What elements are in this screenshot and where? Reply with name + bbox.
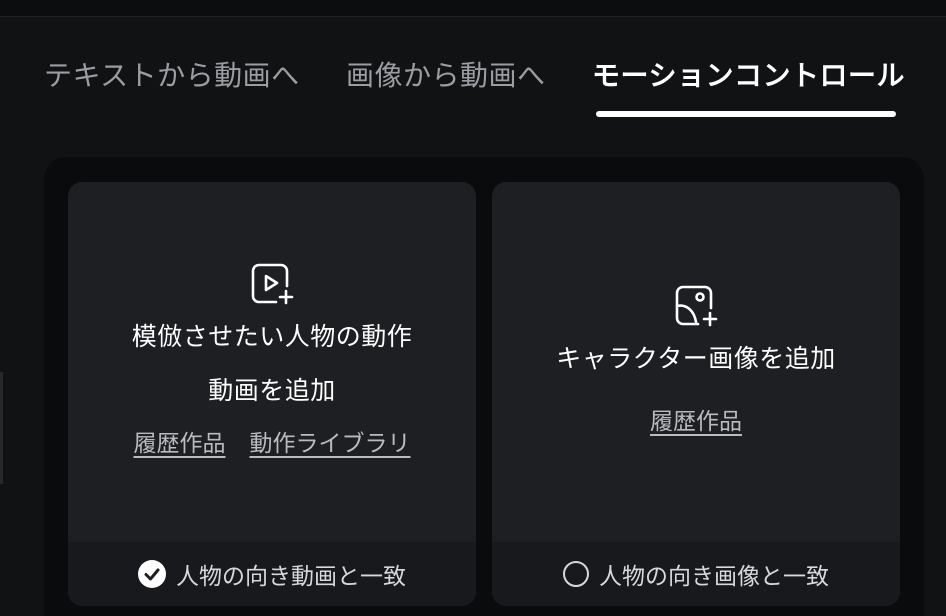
- orientation-match-image-option[interactable]: 人物の向き画像と一致: [492, 542, 900, 606]
- tab-text-to-video[interactable]: テキストから動画へ: [44, 56, 300, 96]
- history-works-link[interactable]: 履歴作品: [650, 402, 742, 436]
- motion-card-title: 模倣させたい人物の動作 動画を追加: [68, 310, 476, 418]
- mode-tabs: テキストから動画へ 画像から動画へ モーションコントロール: [0, 40, 946, 120]
- scroll-edge: [0, 372, 3, 484]
- orientation-match-image-label: 人物の向き画像と一致: [599, 564, 829, 590]
- orientation-match-video-label: 人物の向き動画と一致: [176, 564, 406, 590]
- active-tab-indicator: [596, 111, 896, 117]
- motion-video-upload-card[interactable]: 模倣させたい人物の動作 動画を追加 履歴作品 動作ライブラリ 人物の向き動画と一…: [68, 182, 476, 606]
- motion-card-title-line2: 動画を追加: [208, 376, 336, 405]
- motion-card-links: 履歴作品 動作ライブラリ: [68, 424, 476, 458]
- tab-image-to-video[interactable]: 画像から動画へ: [346, 56, 546, 96]
- video-add-icon[interactable]: [250, 262, 294, 310]
- character-card-links: 履歴作品: [492, 402, 900, 436]
- character-card-title: キャラクター画像を追加: [556, 344, 836, 373]
- tab-motion-control[interactable]: モーションコントロール: [592, 56, 905, 96]
- motion-control-screen: テキストから動画へ 画像から動画へ モーションコントロール 模倣させたい人物の動…: [0, 0, 946, 616]
- motion-library-link[interactable]: 動作ライブラリ: [250, 424, 411, 458]
- checkmark-icon[interactable]: [138, 560, 166, 588]
- orientation-match-video-option[interactable]: 人物の向き動画と一致: [68, 542, 476, 606]
- character-image-upload-card[interactable]: キャラクター画像を追加 履歴作品 人物の向き画像と一致: [492, 182, 900, 606]
- radio-circle-icon[interactable]: [563, 561, 589, 587]
- image-add-icon[interactable]: [674, 284, 718, 332]
- history-works-link[interactable]: 履歴作品: [134, 424, 226, 458]
- top-bar: [0, 0, 946, 17]
- motion-card-title-line1: 模倣させたい人物の動作: [131, 322, 413, 351]
